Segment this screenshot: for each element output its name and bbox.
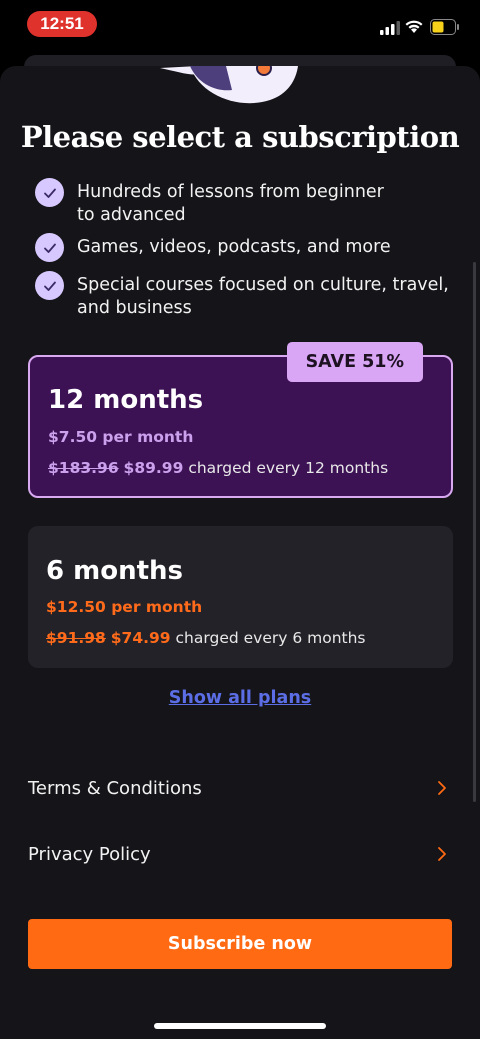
benefit-text-line: Games, videos, podcasts, and more <box>77 237 391 257</box>
plan-per-month: $12.50 per month <box>46 598 203 616</box>
benefit-item: Hundreds of lessons from beginner to adv… <box>35 178 384 227</box>
benefit-text-line: Hundreds of lessons from beginner <box>77 182 384 202</box>
benefit-text-line: Special courses focused on culture, trav… <box>77 275 449 295</box>
old-price: $183.96 <box>48 459 119 477</box>
benefit-item: Special courses focused on culture, trav… <box>35 271 449 320</box>
subscription-sheet: Please select a subscription Hundreds of… <box>0 66 480 1039</box>
benefit-text-line: and business <box>77 298 192 318</box>
charge-text: charged every 12 months <box>188 459 389 477</box>
show-all-plans-link[interactable]: Show all plans <box>0 688 480 708</box>
scroll-indicator[interactable] <box>473 262 476 802</box>
plan-card-12-months[interactable]: SAVE 51% 12 months $7.50 per month $183.… <box>28 342 453 498</box>
plan-name: 12 months <box>48 385 204 415</box>
plan-card-6-months[interactable]: 6 months $12.50 per month $91.98 $74.99 … <box>28 526 453 668</box>
chevron-right-icon <box>438 781 446 795</box>
cellular-signal-icon <box>380 21 400 35</box>
page-title: Please select a subscription <box>20 120 460 154</box>
new-price: $74.99 <box>110 629 171 647</box>
benefit-text-line: to advanced <box>77 205 186 225</box>
status-bar: 12:51 <box>0 0 480 50</box>
link-label: Terms & Conditions <box>28 777 202 799</box>
check-icon <box>35 233 64 262</box>
check-icon <box>35 178 64 207</box>
check-icon <box>35 271 64 300</box>
benefit-text: Special courses focused on culture, trav… <box>77 271 449 320</box>
wifi-icon <box>405 20 423 33</box>
save-badge: SAVE 51% <box>286 342 423 382</box>
screen: 12:51 Please select a subscription Hundr… <box>0 0 480 1039</box>
plan-charge: $183.96 $89.99 charged every 12 months <box>48 459 388 477</box>
plan-charge: $91.98 $74.99 charged every 6 months <box>46 629 366 647</box>
benefit-text: Hundreds of lessons from beginner to adv… <box>77 178 384 227</box>
terms-conditions-row[interactable]: Terms & Conditions <box>28 768 448 808</box>
link-label: Privacy Policy <box>28 843 151 865</box>
privacy-policy-row[interactable]: Privacy Policy <box>28 834 448 874</box>
benefit-text: Games, videos, podcasts, and more <box>77 233 391 259</box>
plan-per-month: $7.50 per month <box>48 428 194 446</box>
status-time[interactable]: 12:51 <box>27 11 97 37</box>
old-price: $91.98 <box>46 629 106 647</box>
benefit-item: Games, videos, podcasts, and more <box>35 233 391 262</box>
charge-text: charged every 6 months <box>175 629 366 647</box>
mascot-illustration <box>160 66 298 104</box>
chevron-right-icon <box>438 847 446 861</box>
subscribe-now-button[interactable]: Subscribe now <box>28 919 452 969</box>
plan-name: 6 months <box>46 556 184 586</box>
new-price: $89.99 <box>123 459 184 477</box>
home-indicator[interactable] <box>154 1023 326 1029</box>
battery-icon <box>430 19 459 35</box>
